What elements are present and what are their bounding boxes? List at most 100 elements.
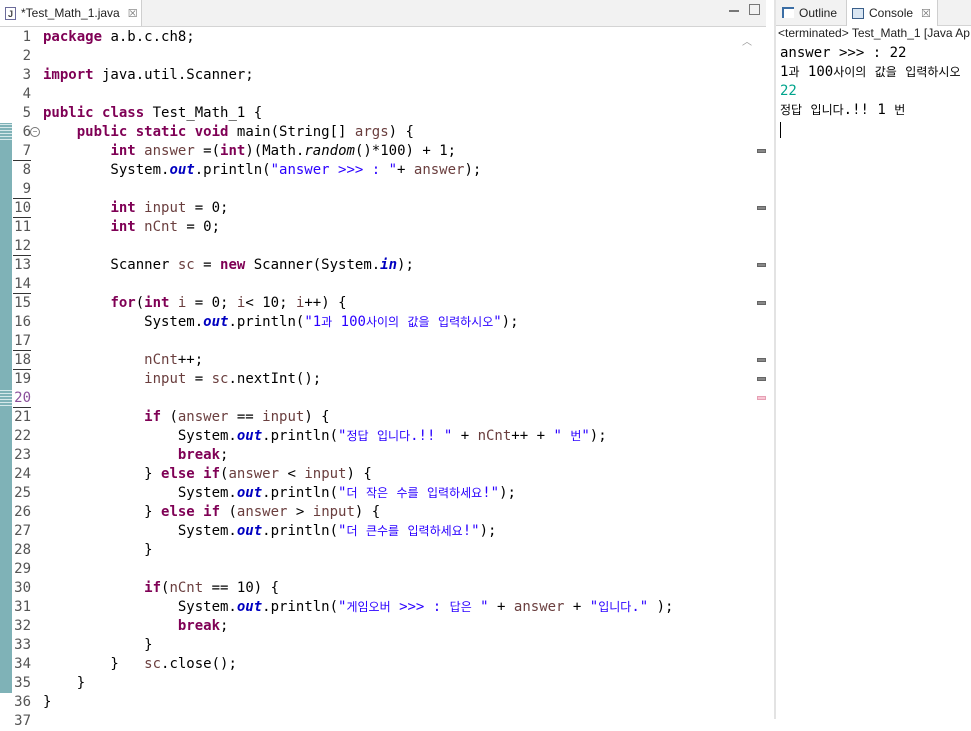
code-line[interactable]: nCnt++; — [43, 351, 203, 370]
code-line[interactable]: System.out.println("1과 100사이의 값을 입력하시오")… — [43, 313, 518, 332]
code-line[interactable]: package a.b.c.ch8; — [43, 28, 195, 47]
code-line[interactable]: int answer =(int)(Math.random()*100) + 1… — [43, 142, 456, 161]
overview-marker[interactable] — [757, 358, 766, 362]
line-number: 2 — [22, 48, 31, 64]
line-number: 23 — [14, 447, 31, 463]
line-number: 29 — [14, 561, 31, 577]
line-number: 26 — [14, 504, 31, 520]
line-number: 8 — [22, 162, 31, 178]
line-number: 21 — [14, 409, 31, 425]
console-icon — [852, 7, 864, 19]
line-number: 13 — [14, 257, 31, 273]
line-number: 4 — [22, 86, 31, 102]
code-line[interactable]: } else if (answer > input) { — [43, 503, 380, 522]
code-line[interactable]: System.out.println("answer >>> : "+ answ… — [43, 161, 481, 180]
line-number: 14 — [14, 276, 31, 292]
line-number: 31 — [14, 599, 31, 615]
tab-console[interactable]: Console ☒ — [846, 0, 938, 26]
overview-marker[interactable] — [757, 301, 766, 305]
text-cursor — [780, 122, 781, 138]
fold-icon[interactable]: − — [30, 127, 40, 137]
line-number: 27 — [14, 523, 31, 539]
console-line: 1과 100사이의 값을 입력하시오 — [780, 64, 961, 80]
maximize-icon[interactable] — [749, 4, 760, 15]
line-number: 18 — [14, 352, 31, 368]
line-number: 25 — [14, 485, 31, 501]
code-line[interactable]: int input = 0; — [43, 199, 228, 218]
line-number: 6 — [22, 124, 31, 140]
console-line: answer >>> : 22 — [780, 45, 907, 61]
code-line[interactable]: import java.util.Scanner; — [43, 66, 254, 85]
line-number: 32 — [14, 618, 31, 634]
code-line[interactable]: public class Test_Math_1 { — [43, 104, 262, 123]
line-number: 22 — [14, 428, 31, 444]
line-number: 5 — [22, 105, 31, 121]
code-line[interactable]: } — [43, 541, 152, 560]
line-number: 10 — [14, 200, 31, 216]
overview-marker[interactable] — [757, 149, 766, 153]
close-icon[interactable]: ☒ — [921, 7, 931, 20]
overview-marker[interactable] — [757, 263, 766, 267]
line-number: 35 — [14, 675, 31, 691]
line-number: 36 — [14, 694, 31, 710]
tab-outline-label: Outline — [799, 5, 838, 20]
code-editor[interactable]: 1 2 3 4 5 6−7 8 9 10 11 12 13 14 15 16 17 18 19 20 21 22 23 24… — [0, 27, 766, 729]
scroll-up-icon[interactable]: ︿ — [742, 33, 752, 48]
code-line[interactable]: break; — [43, 446, 229, 465]
line-number: 17 — [14, 333, 31, 349]
code-line[interactable]: int nCnt = 0; — [43, 218, 220, 237]
code-line[interactable]: input = sc.nextInt(); — [43, 370, 321, 389]
line-number: 11 — [14, 219, 31, 235]
console-status: <terminated> Test_Math_1 [Java Ap — [778, 26, 970, 40]
line-number-gutter: 1 2 3 4 5 6−7 8 9 10 11 12 13 14 15 16 17 18 19 20 21 22 23 24… — [0, 27, 40, 729]
console-output[interactable]: answer >>> : 22 1과 100사이의 값을 입력하시오 22 정답 입니… — [780, 44, 971, 138]
line-number: 30 — [14, 580, 31, 596]
code-line[interactable]: System.out.println("정답 입니다.!! " + nCnt++… — [43, 427, 607, 446]
line-number: 15 — [14, 295, 31, 311]
view-tab-bar: Outline Console ☒ — [776, 0, 971, 26]
code-line[interactable]: } — [43, 674, 85, 693]
close-icon[interactable]: ☒ — [128, 7, 138, 20]
line-number: 19 — [14, 371, 31, 387]
minimize-icon[interactable] — [729, 4, 739, 12]
line-number: 7 — [22, 143, 31, 159]
overview-marker[interactable] — [757, 206, 766, 210]
tab-console-label: Console — [869, 6, 914, 20]
line-number: 9 — [22, 181, 31, 197]
editor-tab-bar: J *Test_Math_1.java ☒ — [0, 0, 766, 27]
outline-icon — [782, 7, 794, 18]
code-line[interactable]: } — [43, 636, 152, 655]
code-line[interactable]: break; — [43, 617, 229, 636]
overview-marker[interactable] — [757, 396, 766, 400]
editor-tab-test-math-1[interactable]: J *Test_Math_1.java ☒ — [0, 0, 142, 26]
overview-marker[interactable] — [757, 377, 766, 381]
console-line: 정답 입니다.!! 1 번 — [780, 102, 906, 118]
view-divider[interactable] — [774, 0, 776, 719]
code-line[interactable]: System.out.println("더 큰수를 입력하세요!"); — [43, 522, 497, 541]
line-number: 20 — [14, 390, 31, 406]
code-area[interactable]: package a.b.c.ch8; import java.util.Scann… — [43, 27, 753, 719]
line-number: 34 — [14, 656, 31, 672]
editor-tab-title: *Test_Math_1.java — [21, 6, 120, 20]
code-line[interactable]: } sc.close(); — [43, 655, 236, 674]
line-number: 33 — [14, 637, 31, 653]
code-line[interactable]: Scanner sc = new Scanner(System.in); — [43, 256, 413, 275]
code-line[interactable]: public static void main(String[] args) { — [43, 123, 414, 142]
code-line[interactable]: } — [43, 693, 51, 712]
code-line[interactable]: if(nCnt == 10) { — [43, 579, 279, 598]
line-number: 37 — [14, 713, 31, 729]
code-line[interactable]: System.out.println("더 작은 수를 입력하세요!"); — [43, 484, 516, 503]
window-controls — [729, 4, 760, 15]
tab-outline[interactable]: Outline — [782, 0, 837, 25]
code-line[interactable]: if (answer == input) { — [43, 408, 329, 427]
line-number: 16 — [14, 314, 31, 330]
line-number: 24 — [14, 466, 31, 482]
line-number: 1 — [22, 29, 31, 45]
line-number: 28 — [14, 542, 31, 558]
code-line[interactable]: for(int i = 0; i< 10; i++) { — [43, 294, 346, 313]
console-line: 22 — [780, 83, 797, 99]
code-line[interactable]: } else if(answer < input) { — [43, 465, 372, 484]
code-line[interactable]: System.out.println("게임오버 >>> : 답은 " + an… — [43, 598, 674, 617]
line-number: 12 — [14, 238, 31, 254]
line-number: 3 — [22, 67, 31, 83]
